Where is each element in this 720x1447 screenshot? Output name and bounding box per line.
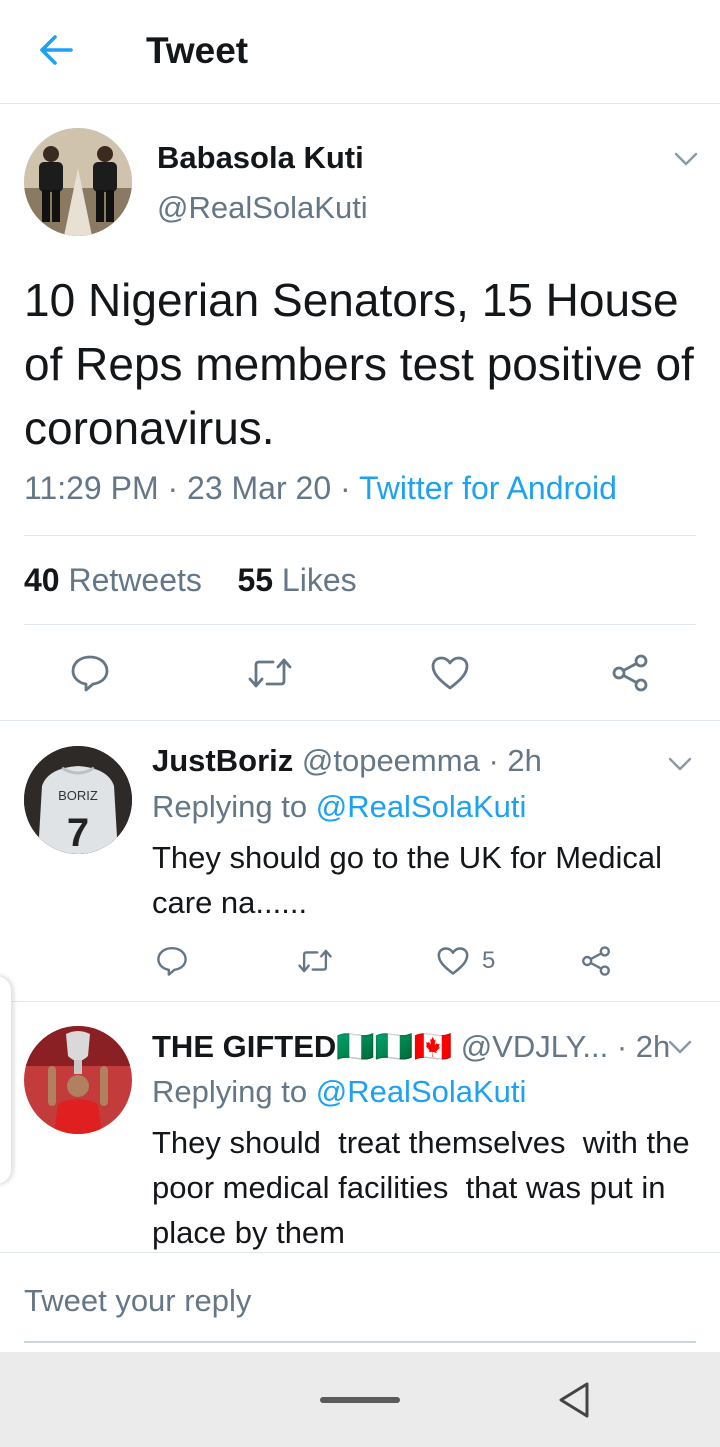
heart-icon[interactable] xyxy=(426,650,474,696)
chevron-down-icon[interactable] xyxy=(671,144,701,174)
reply-text: They should go to the UK for Medical car… xyxy=(152,840,663,920)
reply-author-name[interactable]: JustBoriz xyxy=(152,743,293,778)
tweet-meta: 11:29 PM · 23 Mar 20 · Twitter for Andro… xyxy=(24,470,617,507)
heart-icon xyxy=(436,946,470,976)
reply-tweet[interactable]: BORIZ 7 JustBoriz @topeemma · 2h Replyin… xyxy=(0,720,720,1001)
replying-to: Replying to @RealSolaKuti xyxy=(152,789,526,825)
reply-icon[interactable] xyxy=(152,941,192,981)
retweets-label: Retweets xyxy=(68,562,202,598)
author-handle[interactable]: @RealSolaKuti xyxy=(157,190,368,226)
replying-prefix: Replying to xyxy=(152,789,308,824)
tweet-stats: 40 Retweets 55 Likes xyxy=(24,562,357,599)
divider xyxy=(24,1341,696,1343)
chevron-down-icon[interactable] xyxy=(665,749,695,779)
tweet-actions xyxy=(0,644,720,700)
page-title: Tweet xyxy=(146,30,249,71)
replying-to: Replying to @RealSolaKuti xyxy=(152,1074,526,1110)
reply-actions: 5 xyxy=(0,937,720,983)
reply-author-handle[interactable]: @VDJLY... xyxy=(461,1029,609,1064)
reply-text: They should treat themselves with the po… xyxy=(152,1125,699,1250)
replying-to-link[interactable]: @RealSolaKuti xyxy=(316,1074,527,1109)
reply-age: · 2h xyxy=(488,743,542,778)
reply-header: THE GIFTED🇳🇬🇳🇬🇨🇦 @VDJLY... · 2h xyxy=(152,1028,670,1065)
reply-input[interactable]: Tweet your reply xyxy=(24,1283,251,1319)
chevron-down-icon[interactable] xyxy=(665,1032,695,1062)
like-button[interactable]: 5 xyxy=(436,941,526,981)
retweets-stat[interactable]: 40 Retweets xyxy=(24,562,202,598)
replying-prefix: Replying to xyxy=(152,1074,308,1109)
reply-author-name[interactable]: THE GIFTED xyxy=(152,1029,336,1064)
divider xyxy=(24,624,696,625)
reply-author-handle[interactable]: @topeemma xyxy=(302,743,480,778)
reply-header: JustBoriz @topeemma · 2h xyxy=(152,743,542,779)
reply-tweet[interactable]: THE GIFTED🇳🇬🇳🇬🇨🇦 @VDJLY... · 2h Replying… xyxy=(0,1001,720,1252)
likes-count: 55 xyxy=(237,562,274,598)
meta-separator: · xyxy=(331,470,359,506)
retweet-icon[interactable] xyxy=(246,650,294,696)
top-bar: Tweet xyxy=(0,0,720,104)
nav-back-icon[interactable] xyxy=(556,1380,592,1420)
back-arrow-icon[interactable] xyxy=(34,28,78,72)
share-icon[interactable] xyxy=(606,650,654,696)
tweet-date: 23 Mar 20 xyxy=(187,470,332,506)
reply-icon[interactable] xyxy=(66,650,114,696)
retweet-icon[interactable] xyxy=(294,941,336,981)
flag-emojis: 🇳🇬🇳🇬🇨🇦 xyxy=(336,1029,453,1064)
avatar[interactable]: BORIZ 7 xyxy=(24,746,132,854)
meta-separator: · xyxy=(158,470,188,506)
jersey-name: BORIZ xyxy=(58,788,98,803)
jersey-number: 7 xyxy=(67,811,89,854)
likes-label: Likes xyxy=(281,562,357,598)
retweets-count: 40 xyxy=(24,562,60,598)
divider xyxy=(24,535,696,536)
tweet-text: 10 Nigerian Senators, 15 House of Reps m… xyxy=(24,274,694,454)
tweet-source-link[interactable]: Twitter for Android xyxy=(359,470,617,506)
reply-age: · 2h xyxy=(616,1029,671,1064)
system-nav-bar xyxy=(0,1352,720,1447)
likes-stat[interactable]: 55 Likes xyxy=(237,562,356,598)
replying-to-link[interactable]: @RealSolaKuti xyxy=(316,789,527,824)
avatar[interactable] xyxy=(24,1026,132,1134)
tweet-time: 11:29 PM xyxy=(24,470,159,506)
like-count: 5 xyxy=(482,947,496,974)
home-pill-icon[interactable] xyxy=(320,1397,400,1403)
author-name[interactable]: Babasola Kuti xyxy=(157,140,364,176)
avatar[interactable] xyxy=(24,128,132,236)
share-icon[interactable] xyxy=(576,941,616,981)
side-panel-handle[interactable] xyxy=(0,975,12,1185)
reply-composer: Tweet your reply xyxy=(0,1252,720,1352)
